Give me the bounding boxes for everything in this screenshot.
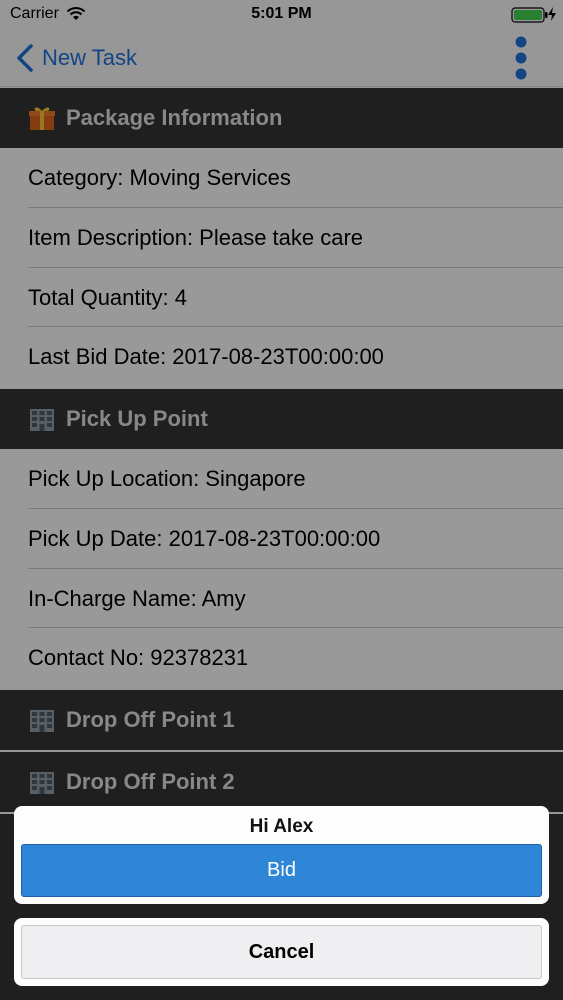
- bid-button[interactable]: Bid: [21, 844, 542, 897]
- action-sheet: Hi Alex Bid: [14, 806, 549, 904]
- cancel-button[interactable]: Cancel: [21, 925, 542, 979]
- cancel-sheet: Cancel: [14, 918, 549, 986]
- action-sheet-title: Hi Alex: [249, 816, 314, 837]
